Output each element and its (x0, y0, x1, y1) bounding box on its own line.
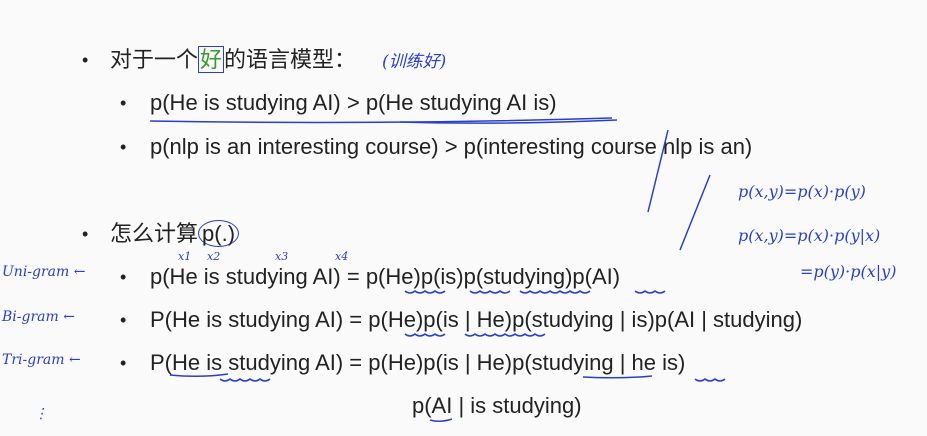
ink-strokes (149, 117, 726, 423)
wavy-underline (694, 378, 726, 382)
wavy-underline (219, 378, 271, 382)
slash-stroke (679, 174, 711, 251)
wavy-underline (469, 290, 511, 294)
wavy-underline (464, 333, 546, 337)
underline (582, 375, 653, 379)
wavy-underline (404, 290, 446, 294)
underline (169, 373, 229, 378)
wavy-underline (634, 290, 666, 294)
slash-stroke (647, 129, 669, 213)
underline (429, 418, 453, 423)
wavy-underline (404, 333, 446, 337)
wavy-underline (519, 290, 591, 294)
